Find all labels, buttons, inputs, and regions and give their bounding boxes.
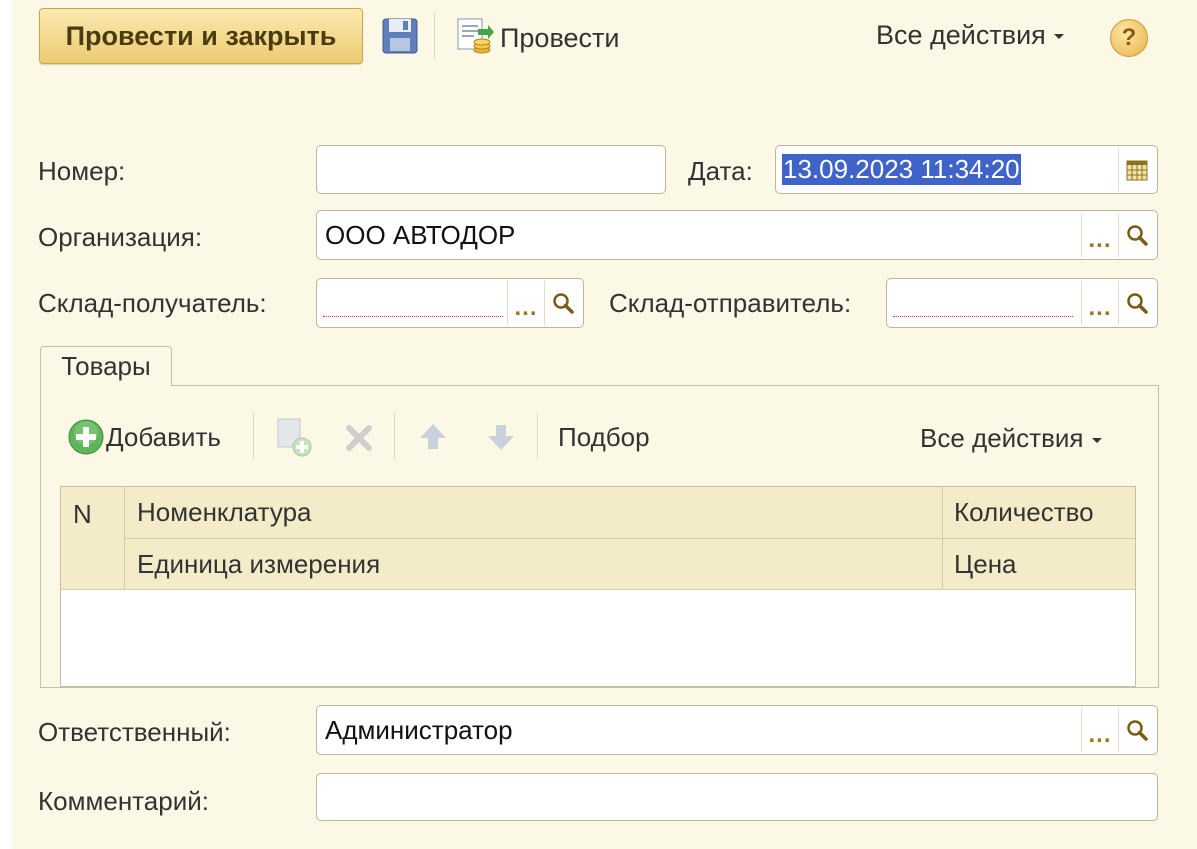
document-form: Провести и закрыть Провести Все действия… bbox=[12, 0, 1197, 849]
number-label: Номер: bbox=[38, 156, 126, 186]
save-icon[interactable] bbox=[380, 16, 420, 56]
all-actions-label: Все действия bbox=[876, 20, 1046, 50]
column-nomenclature-label: Номенклатура bbox=[137, 497, 312, 527]
goods-table[interactable]: N Номенклатура Количество Единица измере… bbox=[60, 486, 1136, 687]
column-unit-label: Единица измерения bbox=[137, 548, 381, 579]
tab-goods[interactable]: Товары bbox=[40, 346, 172, 386]
help-icon[interactable]: ? bbox=[1110, 19, 1148, 57]
comment-label: Комментарий: bbox=[38, 786, 209, 816]
goods-all-actions-menu[interactable]: Все действия bbox=[920, 423, 1102, 454]
toolbar-separator bbox=[434, 13, 435, 59]
copy-icon[interactable] bbox=[274, 417, 318, 459]
required-underline bbox=[893, 316, 1073, 317]
post-label: Провести bbox=[500, 22, 620, 53]
chevron-down-icon bbox=[1053, 34, 1064, 40]
add-button[interactable]: Добавить bbox=[66, 417, 221, 457]
ellipsis-icon[interactable]: ... bbox=[1081, 708, 1118, 752]
magnifier-icon[interactable] bbox=[544, 281, 581, 325]
organization-value: ООО АВТОДОР bbox=[325, 219, 516, 250]
warehouse-to-field[interactable]: ... bbox=[316, 278, 584, 328]
column-n-label: N bbox=[73, 499, 92, 529]
selection-button[interactable]: Подбор bbox=[558, 422, 650, 453]
ellipsis-icon[interactable]: ... bbox=[1081, 213, 1118, 257]
ellipsis-icon[interactable]: ... bbox=[1081, 281, 1118, 325]
header-row-divider bbox=[125, 538, 1135, 539]
responsible-field[interactable]: Администратор ... bbox=[316, 705, 1158, 755]
magnifier-icon[interactable] bbox=[1118, 281, 1155, 325]
table-body[interactable] bbox=[61, 590, 1135, 686]
help-symbol: ? bbox=[1121, 24, 1137, 51]
warehouse-to-label: Склад-получатель: bbox=[38, 288, 267, 318]
calendar-icon[interactable] bbox=[1118, 148, 1155, 191]
add-circle-icon bbox=[66, 417, 106, 457]
column-header-n[interactable]: N bbox=[61, 487, 124, 589]
date-label: Дата: bbox=[688, 156, 753, 186]
add-label: Добавить bbox=[106, 421, 221, 452]
column-header-unit[interactable]: Единица измерения bbox=[125, 539, 942, 589]
toolbar-separator bbox=[394, 413, 395, 459]
date-value: 13.09.2023 11:34:20 bbox=[782, 154, 1021, 185]
delete-icon[interactable] bbox=[342, 421, 376, 455]
column-header-price[interactable]: Цена bbox=[943, 539, 1135, 589]
goods-all-actions-label: Все действия bbox=[920, 423, 1084, 453]
toolbar-separator bbox=[537, 413, 538, 459]
toolbar-separator bbox=[253, 413, 254, 459]
responsible-label: Ответственный: bbox=[38, 717, 231, 747]
column-header-nomenclature[interactable]: Номенклатура bbox=[125, 487, 942, 538]
organization-label: Организация: bbox=[38, 222, 203, 252]
number-field[interactable] bbox=[316, 145, 666, 194]
magnifier-icon[interactable] bbox=[1118, 708, 1155, 752]
arrow-up-icon[interactable] bbox=[414, 418, 452, 456]
required-underline bbox=[323, 316, 503, 317]
post-and-close-label: Провести и закрыть bbox=[65, 20, 337, 51]
all-actions-menu[interactable]: Все действия bbox=[876, 20, 1064, 51]
tab-goods-label: Товары bbox=[61, 351, 151, 381]
post-and-close-button[interactable]: Провести и закрыть bbox=[39, 8, 363, 64]
warehouse-from-field[interactable]: ... bbox=[886, 278, 1158, 328]
chevron-down-icon bbox=[1091, 437, 1102, 443]
ellipsis-icon[interactable]: ... bbox=[507, 281, 544, 325]
magnifier-icon[interactable] bbox=[1118, 213, 1155, 257]
warehouse-from-label: Склад-отправитель: bbox=[609, 288, 852, 318]
responsible-value: Администратор bbox=[325, 714, 513, 745]
column-header-quantity[interactable]: Количество bbox=[943, 487, 1135, 538]
arrow-down-icon[interactable] bbox=[482, 418, 520, 456]
column-quantity-label: Количество bbox=[954, 497, 1094, 527]
post-button[interactable]: Провести bbox=[452, 17, 619, 59]
organization-field[interactable]: ООО АВТОДОР ... bbox=[316, 210, 1158, 260]
post-document-icon bbox=[452, 17, 496, 59]
column-price-label: Цена bbox=[954, 548, 1017, 579]
comment-field[interactable] bbox=[316, 773, 1158, 821]
date-field[interactable]: 13.09.2023 11:34:20 bbox=[775, 145, 1158, 194]
